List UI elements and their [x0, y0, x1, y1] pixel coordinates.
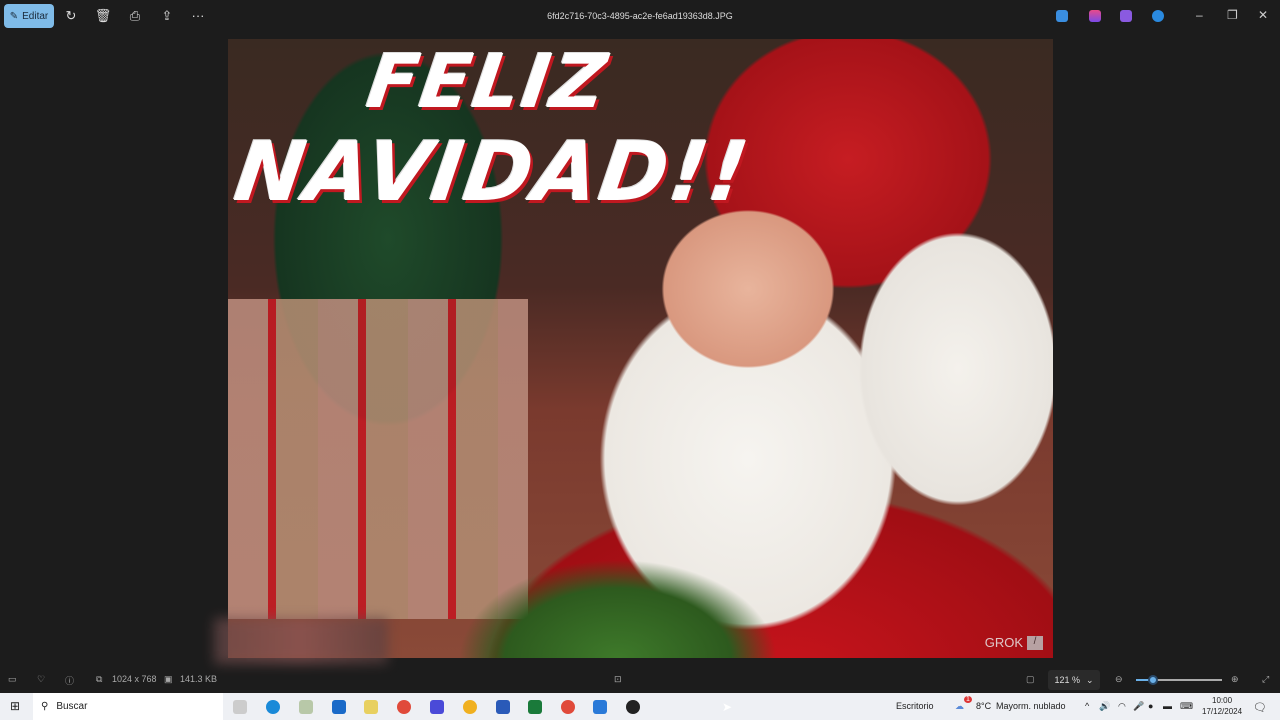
pine-branch — [458, 559, 778, 658]
file-explorer-icon[interactable] — [364, 700, 378, 714]
search-box[interactable]: ⚲ Buscar — [33, 693, 223, 720]
fullscreen-icon[interactable]: ⤢ — [1262, 674, 1269, 685]
restore-button[interactable]: ❐ — [1227, 8, 1238, 22]
grok-logo-icon: / — [1027, 635, 1043, 650]
greeting-line-2: NAVIDAD!! — [229, 125, 756, 220]
word-icon[interactable] — [496, 700, 510, 714]
app-tray-icon[interactable]: ● — [1148, 701, 1153, 711]
volume-icon[interactable]: 🔊 — [1099, 701, 1110, 712]
close-button[interactable]: ✕ — [1258, 8, 1268, 22]
file-size: 141.3 KB — [180, 674, 218, 684]
photos-icon[interactable] — [593, 700, 607, 714]
mouse-cursor: ➤ — [722, 700, 733, 714]
clock-date[interactable]: 17/12/2024 — [1202, 707, 1242, 716]
file-size-icon: ▣ — [164, 674, 173, 684]
info-icon[interactable]: ⓘ — [65, 674, 74, 687]
chrome-icon-2[interactable] — [561, 700, 575, 714]
battery-icon[interactable]: ▬ — [1163, 701, 1172, 711]
photos-app-icon[interactable] — [1056, 10, 1068, 22]
chevron-down-icon: ⌄ — [1085, 674, 1094, 685]
wifi-icon[interactable]: ◠ — [1118, 701, 1126, 712]
store-icon[interactable] — [332, 700, 346, 714]
designer-icon[interactable] — [1089, 10, 1101, 22]
weather-icon[interactable]: ☁ — [955, 701, 964, 712]
onedrive-icon[interactable] — [1152, 10, 1164, 22]
start-icon[interactable]: ⊞ — [10, 699, 20, 713]
grok-watermark: GROK / — [985, 635, 1043, 650]
title-bar: ✎ Editar ↻ 🗑 ⎙ ⇪ ··· 6fd2c716-70c3-4895-a… — [0, 0, 1280, 34]
microphone-icon[interactable]: 🎤 — [1133, 701, 1144, 712]
keyboard-icon[interactable]: ⌨ — [1180, 701, 1193, 712]
clipchamp-icon[interactable] — [1120, 10, 1132, 22]
desktop-toolbar[interactable]: Escritorio — [896, 701, 934, 711]
clock-time[interactable]: 10:00 — [1212, 696, 1232, 705]
task-view-icon[interactable] — [233, 700, 247, 714]
zoom-in-icon[interactable]: ⊕ — [1231, 674, 1239, 685]
excel-icon[interactable] — [528, 700, 542, 714]
blurred-overlay — [214, 618, 388, 664]
weather-temp: 8°C — [976, 701, 992, 711]
greeting-line-1: FELIZ — [361, 39, 614, 125]
zoom-dropdown[interactable]: 121 % ⌄ — [1048, 670, 1100, 690]
image-dimensions: 1024 x 768 — [112, 674, 157, 684]
app-icon-3[interactable] — [626, 700, 640, 714]
dimensions-icon: ⧉ — [96, 674, 103, 684]
fit-icon[interactable]: ⊡ — [614, 674, 622, 685]
minimize-button[interactable]: – — [1196, 8, 1203, 22]
zoom-out-icon[interactable]: ⊖ — [1115, 674, 1123, 685]
weather-text: Mayorm. nublado — [996, 701, 1066, 711]
paint-icon[interactable] — [299, 700, 313, 714]
taskbar: ⊞ ⚲ Buscar Escritorio ☁ 1 8°C Mayorm. nub… — [0, 693, 1280, 720]
photo-viewer-image: FELIZ NAVIDAD!! GROK / — [228, 39, 1053, 658]
favorite-icon[interactable]: ♡ — [37, 674, 45, 685]
filmstrip-icon[interactable]: ▭ — [8, 674, 17, 685]
app-icon-2[interactable] — [463, 700, 477, 714]
edge-icon[interactable] — [266, 700, 280, 714]
file-title: 6fd2c716-70c3-4895-ac2e-fe6ad19363d8.JPG — [547, 11, 733, 21]
weather-badge: 1 — [964, 696, 972, 703]
chrome-icon[interactable] — [397, 700, 411, 714]
actual-size-icon[interactable]: ▢ — [1026, 674, 1035, 685]
zoom-slider[interactable] — [1136, 675, 1222, 685]
notifications-icon[interactable]: 🗨 — [1253, 701, 1267, 714]
search-icon: ⚲ — [41, 701, 49, 712]
app-icon[interactable] — [430, 700, 444, 714]
chevron-up-icon[interactable]: ^ — [1085, 701, 1089, 711]
